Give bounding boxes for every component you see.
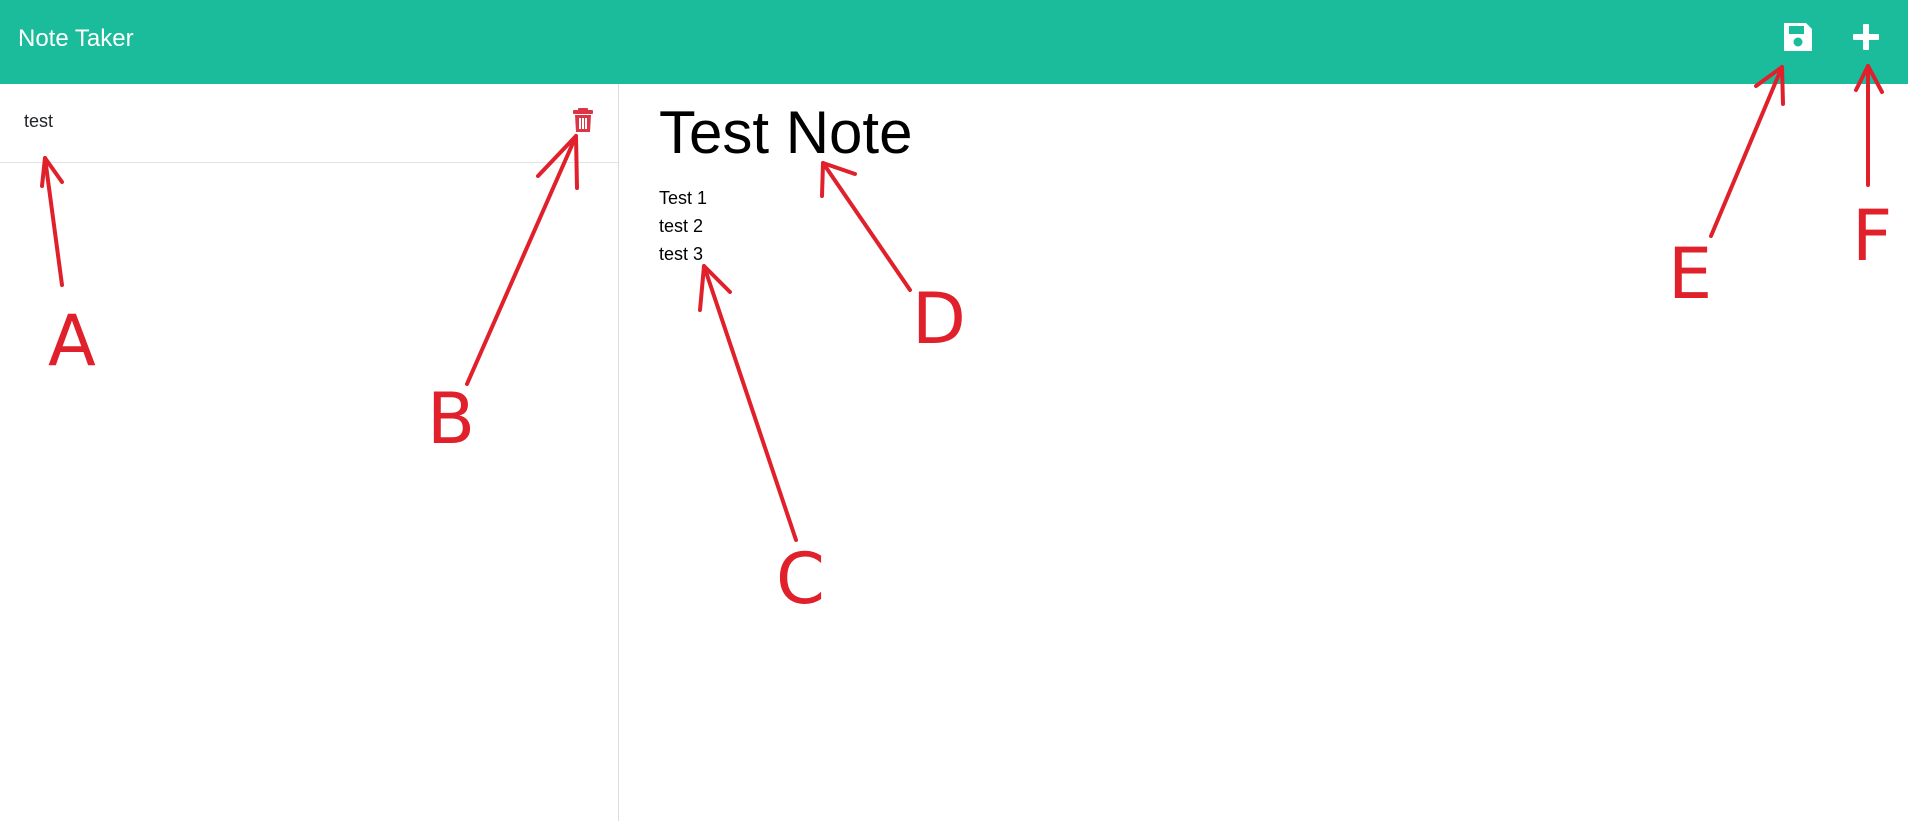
note-text-line: Test 1 — [659, 188, 708, 208]
note-text-line: test 3 — [659, 244, 704, 264]
list-item[interactable]: test — [0, 84, 618, 163]
notes-sidebar: test — [0, 84, 619, 821]
note-text-area[interactable]: Test 1 test 2 test 3 — [659, 184, 1759, 268]
note-text-line: test 2 — [659, 216, 704, 236]
note-title-input[interactable]: Test Note — [659, 98, 1759, 168]
plus-icon[interactable] — [1849, 20, 1883, 54]
app-title[interactable]: Note Taker — [18, 24, 134, 54]
save-icon[interactable] — [1781, 20, 1815, 54]
note-item-label: test — [24, 111, 54, 131]
note-editor: Test Note Test 1 test 2 test 3 — [620, 84, 1908, 821]
trash-icon[interactable] — [571, 107, 595, 133]
navbar: Note Taker — [0, 0, 1908, 84]
